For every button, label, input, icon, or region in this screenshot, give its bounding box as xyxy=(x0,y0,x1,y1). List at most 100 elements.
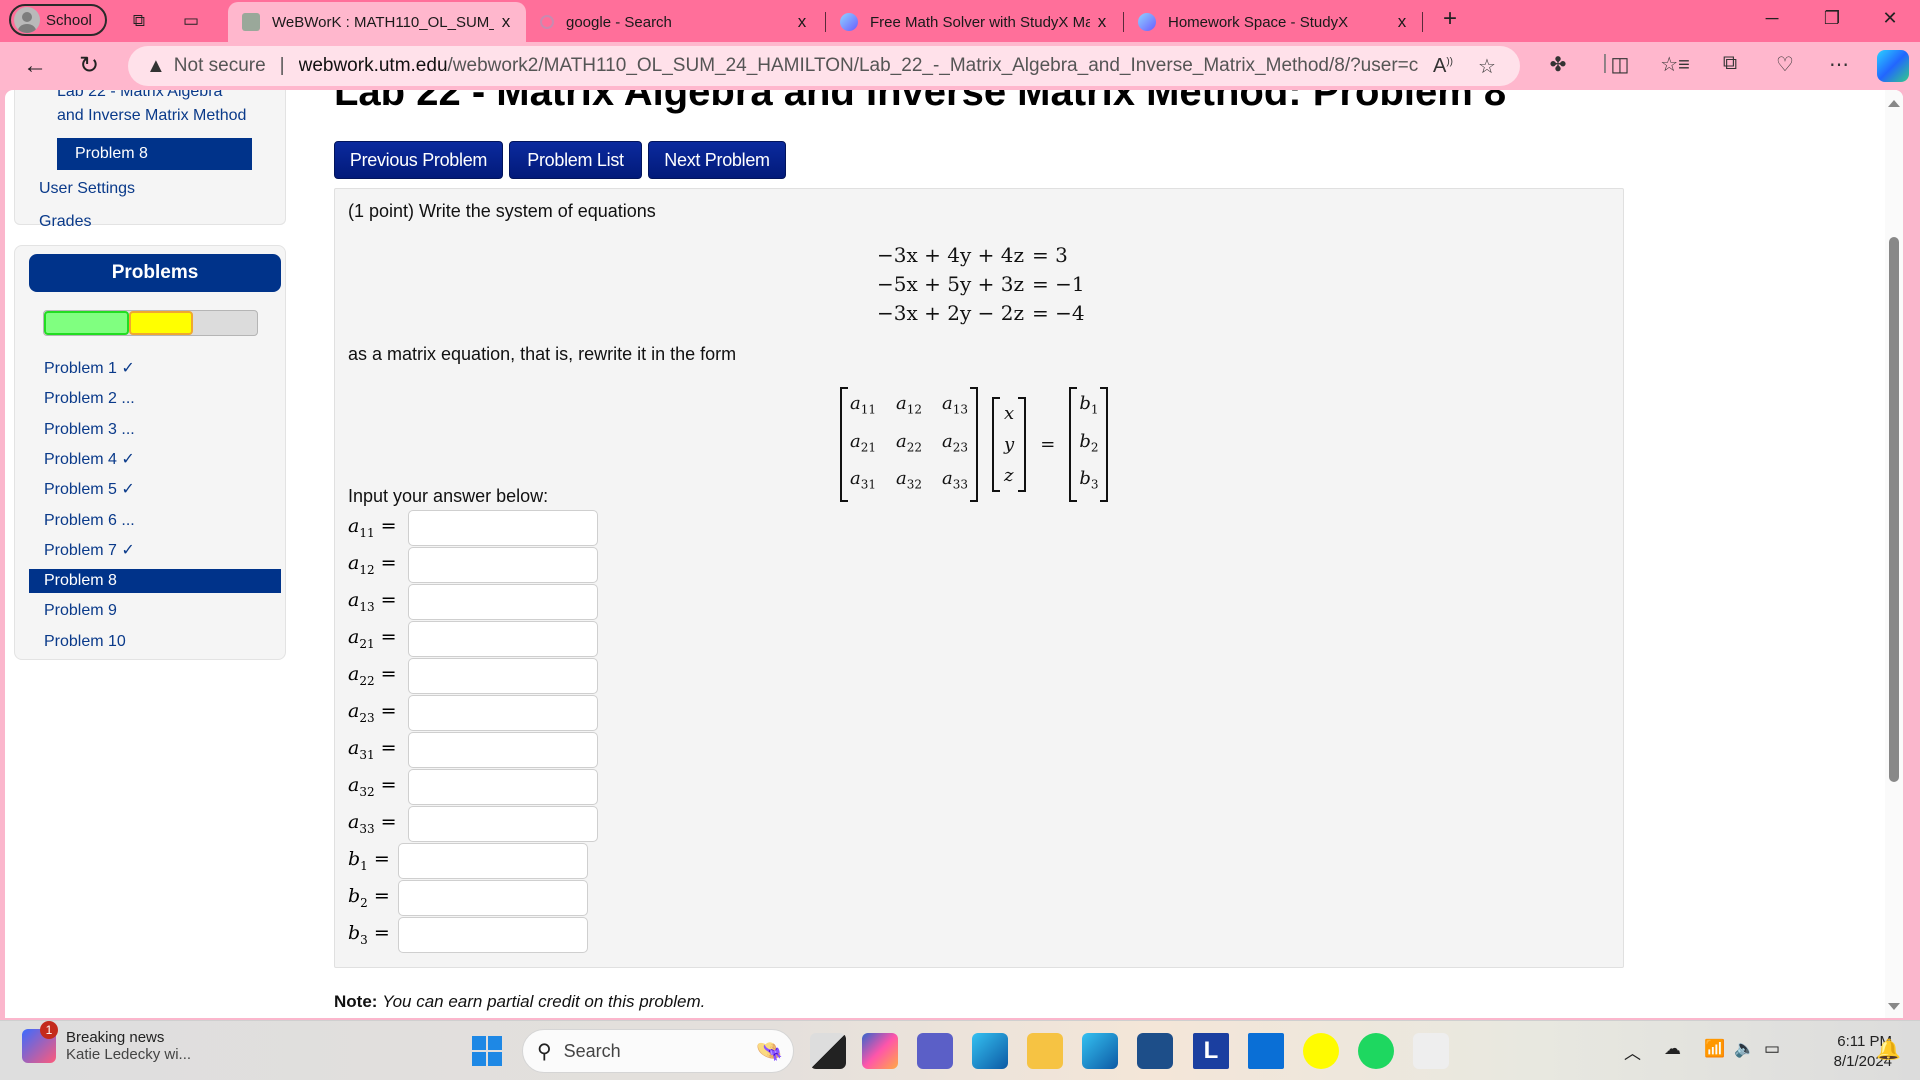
problem-list-item[interactable]: Problem 6 ... xyxy=(29,509,281,533)
edge-work-icon[interactable] xyxy=(972,1033,1008,1069)
webpage: Lab 22 - Matrix Algebra and Inverse Matr… xyxy=(5,90,1903,1018)
l-app-icon[interactable]: L xyxy=(1193,1033,1229,1069)
snapchat-icon[interactable] xyxy=(1303,1033,1339,1069)
copilot-icon[interactable] xyxy=(1877,50,1909,82)
close-tab-icon[interactable]: x xyxy=(1090,12,1114,32)
problem-list-item[interactable]: Problem 7 ✓ xyxy=(29,539,281,563)
onedrive-icon[interactable]: ☁ xyxy=(1664,1039,1681,1059)
close-tab-icon[interactable]: x xyxy=(494,12,518,32)
problems-panel: Problems Problem 1 ✓ Problem 2 ... Problem… xyxy=(14,245,286,660)
grades-link[interactable]: Grades xyxy=(39,213,91,231)
tab-studyx-homework[interactable]: Homework Space - StudyX x xyxy=(1124,2,1422,42)
next-problem-button[interactable]: Next Problem xyxy=(648,141,786,179)
show-hidden-icons[interactable]: ︿ xyxy=(1624,1039,1641,1064)
problem-list-item[interactable]: Problem 1 ✓ xyxy=(29,357,281,381)
refresh-icon[interactable]: ↻ xyxy=(74,52,104,80)
news-widget[interactable]: 1 Breaking news Katie Ledecky wi... xyxy=(22,1021,192,1063)
problem-set-link-line2[interactable]: and Inverse Matrix Method xyxy=(57,107,246,125)
extensions-icon[interactable]: ✤ xyxy=(1543,52,1573,77)
answer-input-b2[interactable] xyxy=(398,879,588,916)
problem-list-item[interactable]: Problem 9 xyxy=(29,599,281,623)
windows-start-button[interactable] xyxy=(472,1036,502,1066)
problem-list-item[interactable]: Problem 3 ... xyxy=(29,418,281,442)
teams-icon[interactable] xyxy=(917,1033,953,1069)
address-bar[interactable]: ▲ Not secure | webwork.utm.edu/webwork2/… xyxy=(128,46,1520,86)
problem-set-link-line1[interactable]: Lab 22 - Matrix Algebra xyxy=(57,90,222,101)
alexa-icon[interactable] xyxy=(1248,1033,1284,1069)
answer-input-a23[interactable] xyxy=(408,694,598,731)
notifications-bell-icon[interactable]: 🔔 xyxy=(1876,1037,1901,1062)
task-view-icon[interactable] xyxy=(810,1033,846,1069)
file-explorer-icon[interactable] xyxy=(1027,1033,1063,1069)
back-icon[interactable]: ← xyxy=(20,52,50,80)
answer-label: a23 = xyxy=(348,700,397,725)
news-subtitle: Katie Ledecky wi... xyxy=(66,1046,192,1063)
close-tab-icon[interactable]: x xyxy=(790,12,814,32)
warning-icon[interactable]: ▲ xyxy=(146,55,166,78)
answer-input-a13[interactable] xyxy=(408,583,598,620)
answer-input-a11[interactable] xyxy=(408,509,598,546)
problem-list-button[interactable]: Problem List xyxy=(509,141,642,179)
problem-list-item[interactable]: Problem 8 xyxy=(29,569,281,594)
spotify-icon[interactable] xyxy=(1358,1033,1394,1069)
battery-icon[interactable]: ▭ xyxy=(1764,1039,1780,1059)
copilot-app-icon[interactable] xyxy=(862,1033,898,1069)
restore-icon[interactable]: ❐ xyxy=(1812,8,1852,29)
answer-input-a33[interactable] xyxy=(408,805,598,842)
answer-input-a21[interactable] xyxy=(408,620,598,657)
progress-partial-segment xyxy=(129,311,194,335)
scroll-down-arrow[interactable] xyxy=(1888,1003,1900,1010)
scrollbar-thumb[interactable] xyxy=(1889,237,1899,782)
browser-essentials-icon[interactable]: ♡ xyxy=(1770,52,1800,77)
close-tab-icon[interactable]: x xyxy=(1390,12,1414,32)
user-settings-link[interactable]: User Settings xyxy=(39,180,135,198)
summer-hat-icon: 👒 xyxy=(755,1038,783,1063)
answer-label: b1 = xyxy=(348,848,390,873)
answer-row: b3 = xyxy=(348,916,588,953)
more-options-icon[interactable]: ⋯ xyxy=(1824,52,1854,77)
taskbar-search[interactable]: ⚲ Search 👒 xyxy=(522,1029,794,1073)
page-scrollbar[interactable] xyxy=(1885,90,1903,1018)
previous-problem-button[interactable]: Previous Problem xyxy=(334,141,503,179)
equals-sign: = xyxy=(1040,433,1056,455)
search-placeholder: Search xyxy=(563,1040,621,1061)
collections-icon[interactable]: ⧉ xyxy=(1715,52,1745,75)
snipping-tool-icon[interactable] xyxy=(1413,1033,1449,1069)
answer-input-a31[interactable] xyxy=(408,731,598,768)
problem-list-item[interactable]: Problem 2 ... xyxy=(29,387,281,411)
note-text: You can earn partial credit on this prob… xyxy=(382,992,706,1011)
profile-button[interactable]: School xyxy=(9,4,107,36)
wifi-icon[interactable]: 📶 xyxy=(1704,1039,1725,1059)
workspaces-icon[interactable]: ⧉ xyxy=(128,10,150,32)
microsoft-store-icon[interactable] xyxy=(1137,1033,1173,1069)
problem-list-item[interactable]: Problem 4 ✓ xyxy=(29,448,281,472)
problem-list-item[interactable]: Problem 5 ✓ xyxy=(29,478,281,502)
minimize-icon[interactable]: ─ xyxy=(1752,8,1792,29)
volume-icon[interactable]: 🔈 xyxy=(1734,1039,1755,1059)
answer-input-b1[interactable] xyxy=(398,842,588,879)
answer-input-a32[interactable] xyxy=(408,768,598,805)
current-problem-link[interactable]: Problem 8 xyxy=(57,138,252,170)
news-icon: 1 xyxy=(22,1021,58,1063)
scroll-up-arrow[interactable] xyxy=(1888,100,1900,107)
tab-webwork[interactable]: WeBWorK : MATH110_OL_SUM_24_HAMILTON x xyxy=(228,2,526,42)
answer-input-a12[interactable] xyxy=(408,546,598,583)
favorites-icon[interactable]: ☆≡ xyxy=(1660,52,1690,77)
answer-input-b3[interactable] xyxy=(398,916,588,953)
vertical-tabs-icon[interactable]: ▭ xyxy=(180,10,202,32)
new-tab-button[interactable]: + xyxy=(1430,5,1470,33)
problems-header: Problems xyxy=(29,254,281,292)
favorite-star-icon[interactable]: ☆ xyxy=(1478,54,1496,79)
read-aloud-icon[interactable]: A)) xyxy=(1433,55,1453,78)
tab-separator xyxy=(1422,12,1423,32)
split-screen-icon[interactable]: ◫ xyxy=(1605,52,1635,77)
problem-list-item[interactable]: Problem 10 xyxy=(29,630,281,654)
tab-google-search[interactable]: google - Search x xyxy=(526,2,822,42)
tab-studyx-solver[interactable]: Free Math Solver with StudyX Math x xyxy=(826,2,1122,42)
close-window-icon[interactable]: ✕ xyxy=(1870,8,1910,29)
edge-profile-icon[interactable] xyxy=(1082,1033,1118,1069)
url-host: webwork.utm.edu xyxy=(298,55,448,76)
url-text[interactable]: webwork.utm.edu/webwork2/MATH110_OL_SUM_… xyxy=(299,55,1419,77)
answer-input-a22[interactable] xyxy=(408,657,598,694)
security-status[interactable]: Not secure xyxy=(174,55,266,77)
